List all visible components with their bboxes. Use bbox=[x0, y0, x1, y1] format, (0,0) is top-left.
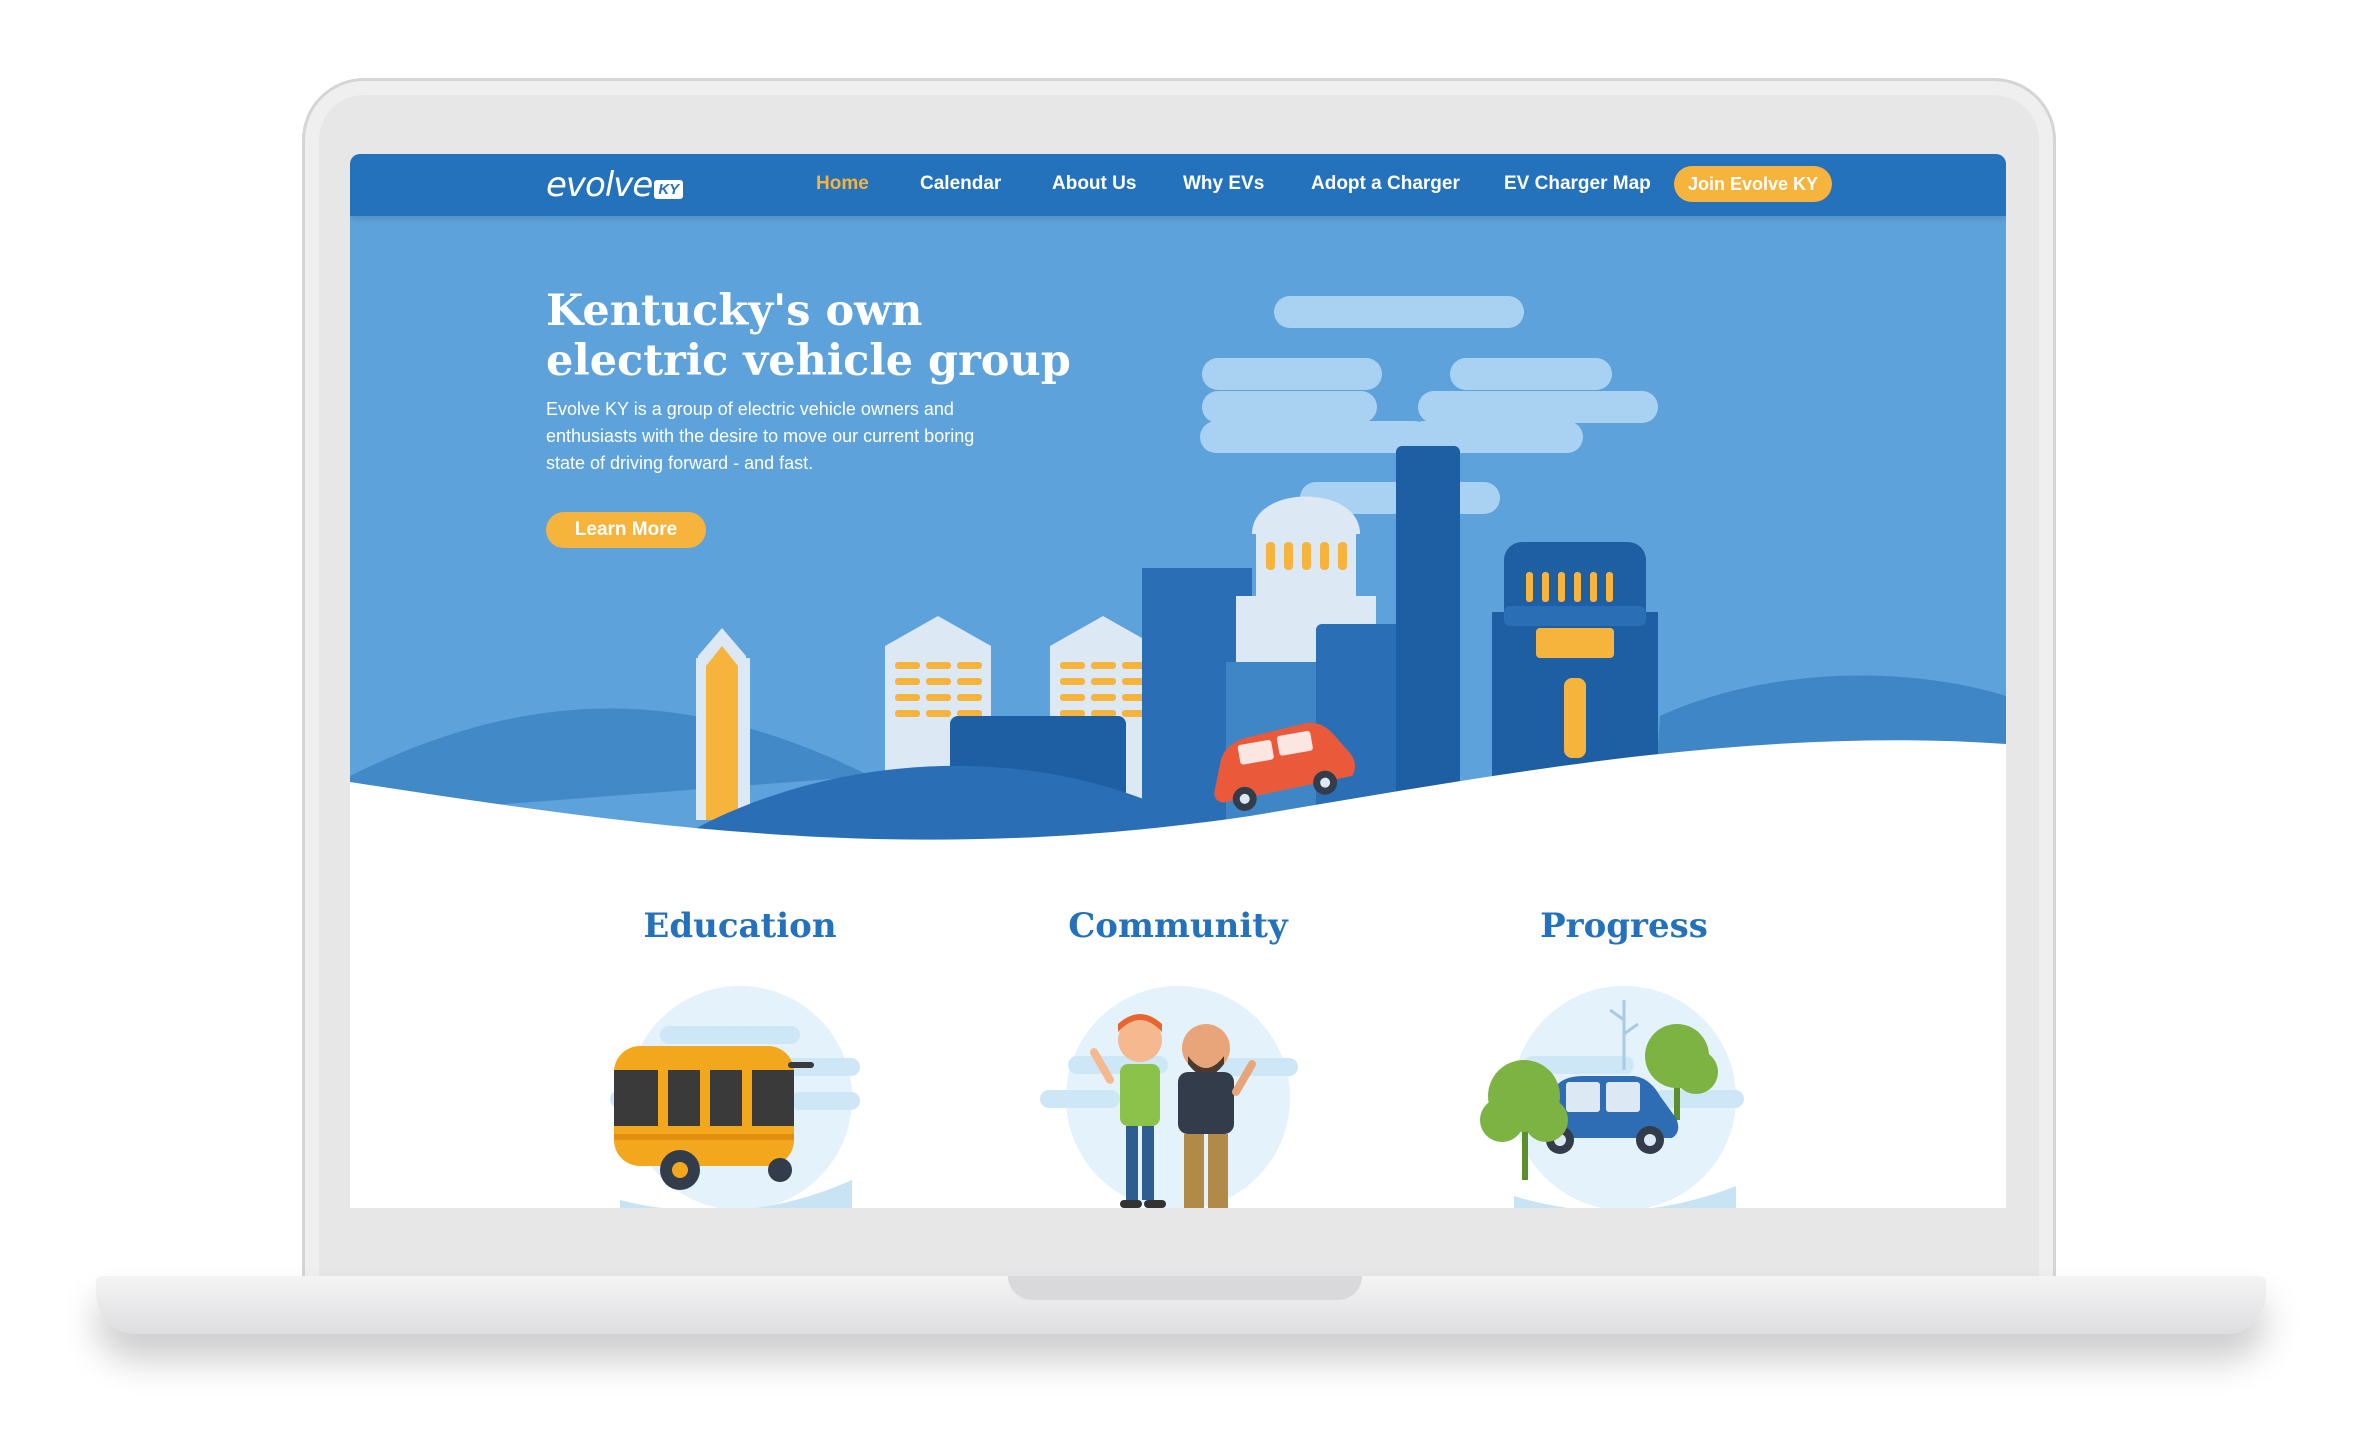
two-people-illustration bbox=[1040, 986, 1298, 1208]
feature-title-education: Education bbox=[643, 906, 837, 946]
logo-wordmark: evolve bbox=[546, 165, 653, 205]
nav-item-why-evs[interactable]: Why EVs bbox=[1183, 173, 1264, 195]
feature-community: Community bbox=[1028, 904, 1328, 1208]
tower-tall-dark bbox=[1396, 446, 1460, 816]
top-navbar: evolve KY Home Calendar About Us Why EVs… bbox=[350, 154, 2006, 216]
nav-item-about-us[interactable]: About Us bbox=[1052, 173, 1136, 195]
hero-section: Kentucky's own electric vehicle group Ev… bbox=[350, 216, 2006, 976]
evolve-ky-logo[interactable]: evolve KY bbox=[546, 164, 684, 206]
nav-item-adopt-a-charger[interactable]: Adopt a Charger bbox=[1311, 173, 1460, 195]
learn-more-button[interactable]: Learn More bbox=[546, 512, 706, 548]
school-bus-illustration bbox=[610, 986, 860, 1208]
feature-title-community: Community bbox=[1068, 906, 1288, 946]
hero-description: Evolve KY is a group of electric vehicle… bbox=[546, 399, 975, 473]
join-evolve-ky-button[interactable]: Join Evolve KY bbox=[1674, 166, 1832, 202]
nav-item-ev-charger-map[interactable]: EV Charger Map bbox=[1504, 173, 1651, 195]
website-screen: evolve KY Home Calendar About Us Why EVs… bbox=[350, 154, 2006, 1208]
logo-ky-tag: KY bbox=[654, 179, 684, 199]
laptop-notch bbox=[1008, 1276, 1362, 1300]
nav-item-home[interactable]: Home bbox=[816, 173, 869, 195]
electric-car-trees-illustration bbox=[1480, 986, 1744, 1208]
tall-tower-left bbox=[696, 628, 750, 820]
nav-item-calendar[interactable]: Calendar bbox=[920, 173, 1001, 195]
hero-title: Kentucky's own electric vehicle group bbox=[546, 286, 1071, 386]
feature-title-progress: Progress bbox=[1540, 906, 1708, 946]
feature-progress: Progress bbox=[1474, 904, 1774, 1208]
feature-education: Education bbox=[590, 904, 890, 1208]
